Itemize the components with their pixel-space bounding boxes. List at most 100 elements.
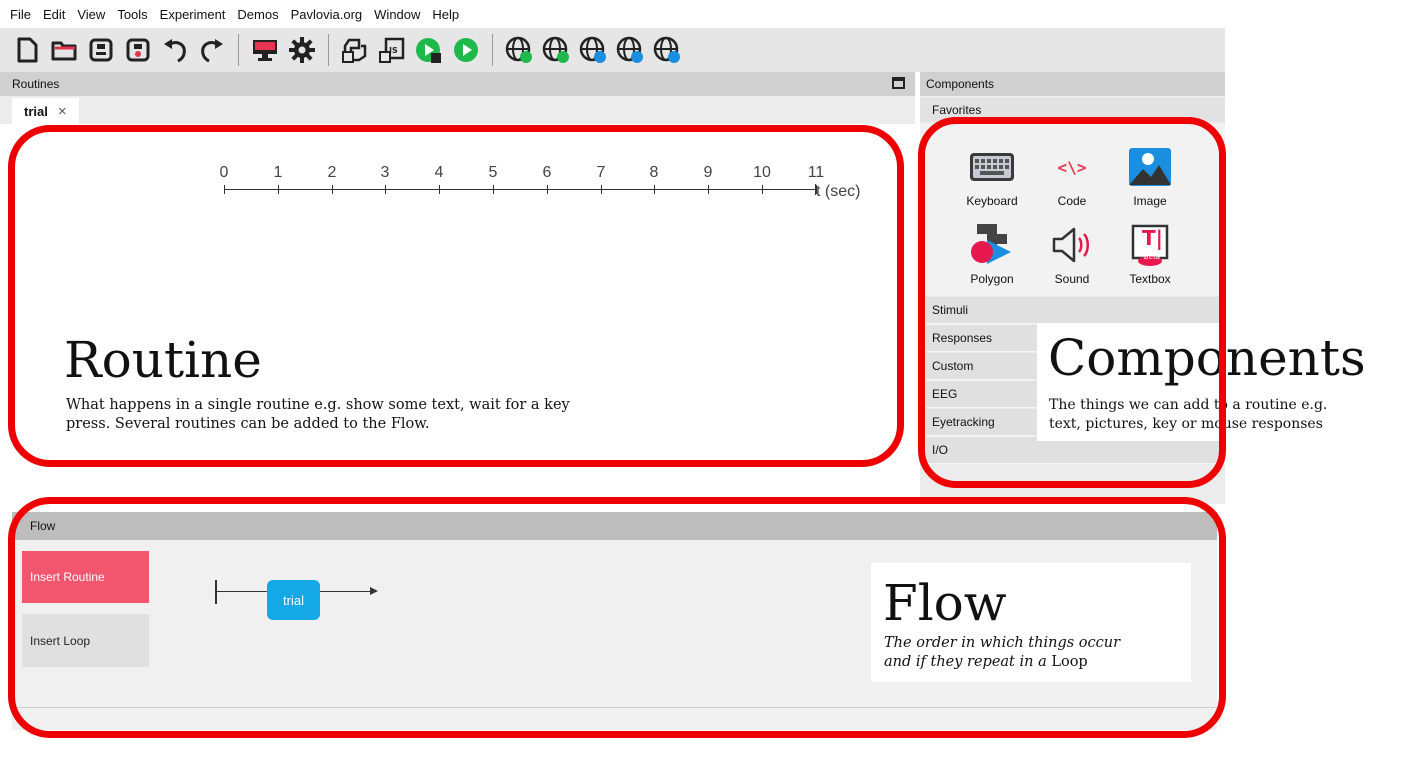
new-file-icon[interactable]: [12, 35, 42, 65]
timeline-tick-mark: [762, 185, 763, 194]
timeline-tick-mark: [816, 185, 817, 194]
component-label: Keyboard: [966, 194, 1018, 208]
timeline-tick-mark: [493, 185, 494, 194]
annotation-components-title: Components: [1048, 329, 1366, 387]
timeline-tick-label: 9: [703, 164, 713, 181]
timeline-tick-label: 1: [273, 164, 283, 181]
menu-help[interactable]: Help: [432, 7, 459, 22]
gear-icon[interactable]: [287, 35, 317, 65]
globe-sync-icon[interactable]: [541, 35, 571, 65]
menu-demos[interactable]: Demos: [237, 7, 278, 22]
close-icon[interactable]: ×: [58, 103, 67, 120]
insert-loop-button[interactable]: Insert Loop: [22, 614, 149, 667]
tab-label: trial: [24, 103, 48, 119]
component-image[interactable]: Image: [1110, 144, 1190, 208]
menu-tools[interactable]: Tools: [117, 7, 147, 22]
components-header: Components: [920, 72, 1225, 96]
timeline-tick-mark: [278, 185, 279, 194]
component-keyboard[interactable]: Keyboard: [952, 144, 1032, 208]
annotation-flow-text: The order in which things occur and if t…: [884, 635, 1121, 670]
menu-file[interactable]: File: [10, 7, 31, 22]
save-icon[interactable]: [86, 35, 116, 65]
timeline-unit: t (sec): [816, 183, 861, 200]
favorites-label: Favorites: [932, 103, 982, 117]
annotation-routine-title: Routine: [64, 331, 262, 389]
image-icon: [1127, 144, 1173, 190]
toolbar-separator: [492, 34, 493, 66]
favorites-grid: Keyboard <\> Code Image Polygon Sound T|…: [920, 124, 1225, 296]
sound-icon: [1049, 222, 1095, 268]
undo-icon[interactable]: [160, 35, 190, 65]
routines-title: Routines: [12, 77, 60, 91]
insert-routine-button[interactable]: Insert Routine: [22, 551, 149, 603]
timeline: t (sec) 0 1 2 3 4 5 6 7 8 9 10 11: [0, 150, 915, 210]
component-label: Sound: [1054, 272, 1090, 286]
open-folder-icon[interactable]: [49, 35, 79, 65]
build-run-icon[interactable]: [414, 35, 444, 65]
keyboard-icon: [969, 144, 1015, 190]
timeline-tick-mark: [708, 185, 709, 194]
component-sound[interactable]: Sound: [1032, 222, 1112, 286]
category-io[interactable]: I/O: [926, 437, 1225, 464]
component-textbox[interactable]: T| Beta Textbox: [1110, 222, 1190, 286]
menu-view[interactable]: View: [77, 7, 105, 22]
flow-header: Flow: [12, 512, 1217, 540]
component-label: Image: [1133, 194, 1167, 208]
monitor-icon[interactable]: [250, 35, 280, 65]
menu-experiment[interactable]: Experiment: [160, 7, 226, 22]
timeline-axis: [224, 189, 816, 190]
component-polygon[interactable]: Polygon: [952, 222, 1032, 286]
annotation-flow-title: Flow: [883, 574, 1007, 632]
timeline-tick-label: 11: [807, 164, 825, 181]
flow-start-marker: [215, 580, 217, 604]
toolbar-separator: [238, 34, 239, 66]
js-icon[interactable]: JS: [377, 35, 407, 65]
timeline-tick-label: 3: [380, 164, 390, 181]
code-icon: <\>: [1057, 157, 1087, 177]
timeline-tick-mark: [601, 185, 602, 194]
run-icon[interactable]: [451, 35, 481, 65]
flow-divider: [12, 707, 1217, 708]
timeline-tick-mark: [224, 185, 225, 194]
redo-icon[interactable]: [197, 35, 227, 65]
component-label: Code: [1057, 194, 1087, 208]
maximize-icon[interactable]: [892, 77, 905, 89]
toolbar: JS: [0, 28, 1225, 72]
flow-title: Flow: [30, 519, 56, 533]
timeline-tick-mark: [439, 185, 440, 194]
routines-header: Routines: [0, 72, 915, 96]
menu-pavlovia[interactable]: Pavlovia.org: [291, 7, 363, 22]
tab-trial[interactable]: trial ×: [12, 98, 79, 124]
globe-run-icon[interactable]: [504, 35, 534, 65]
timeline-tick-label: 2: [327, 164, 337, 181]
favorites-header[interactable]: Favorites: [920, 98, 1225, 122]
component-label: Textbox: [1129, 272, 1171, 286]
components-title: Components: [926, 77, 995, 91]
routine-tab-bar: trial ×: [0, 96, 915, 124]
timeline-tick-mark: [332, 185, 333, 194]
timeline-tick-label: 10: [753, 164, 771, 181]
globe-search-icon[interactable]: [578, 35, 608, 65]
category-stimuli[interactable]: Stimuli: [926, 297, 1225, 324]
menu-edit[interactable]: Edit: [43, 7, 65, 22]
save-as-icon[interactable]: [123, 35, 153, 65]
timeline-tick-mark: [385, 185, 386, 194]
menu-bar: File Edit View Tools Experiment Demos Pa…: [0, 0, 1225, 28]
flow-routine-trial[interactable]: trial: [267, 580, 320, 620]
python-icon[interactable]: [340, 35, 370, 65]
textbox-icon: T| Beta: [1127, 222, 1173, 268]
annotation-components-text: The things we can add to a routine e.g. …: [1049, 397, 1328, 432]
timeline-tick-label: 4: [434, 164, 444, 181]
timeline-tick-label: 7: [596, 164, 606, 181]
polygon-icon: [969, 222, 1015, 268]
globe-user-icon[interactable]: [615, 35, 645, 65]
flow-arrow-icon: [370, 587, 378, 595]
component-code[interactable]: <\> Code: [1032, 144, 1112, 209]
globe-info-icon[interactable]: [652, 35, 682, 65]
timeline-tick-label: 8: [649, 164, 659, 181]
timeline-tick-mark: [547, 185, 548, 194]
annotation-routine-text: What happens in a single routine e.g. sh…: [66, 397, 570, 432]
toolbar-separator: [328, 34, 329, 66]
menu-window[interactable]: Window: [374, 7, 420, 22]
timeline-tick-label: 6: [542, 164, 552, 181]
